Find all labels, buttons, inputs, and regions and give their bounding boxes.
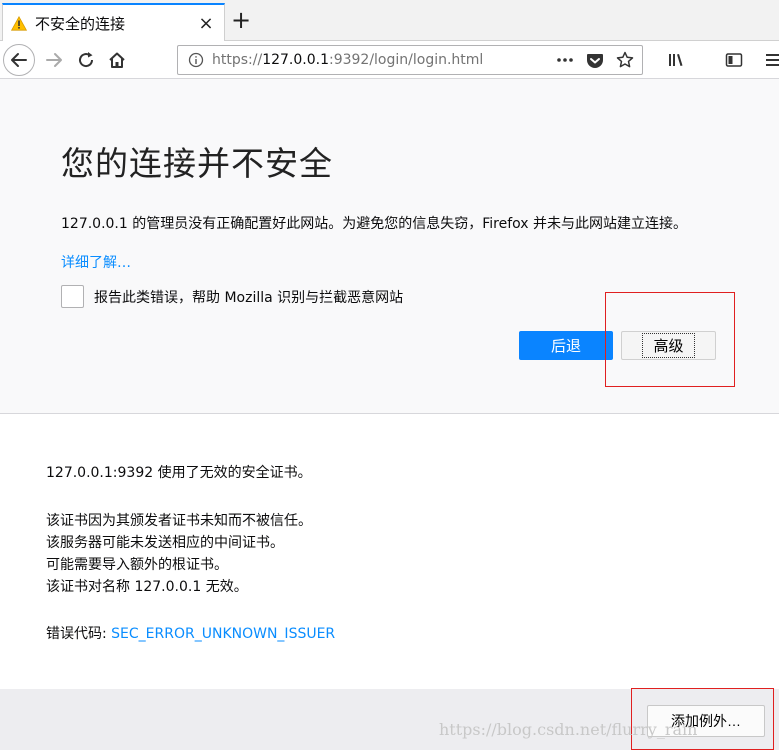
learn-more-link[interactable]: 详细了解… <box>61 252 131 272</box>
tab-active[interactable]: 不安全的连接 × <box>2 3 225 41</box>
watermark: https://blog.csdn.net/flurry_rain <box>439 720 698 739</box>
error-code-label: 错误代码: <box>46 626 107 642</box>
back-arrow-icon[interactable] <box>3 44 35 76</box>
tab-strip: 不安全的连接 × + <box>0 0 779 41</box>
pocket-icon[interactable] <box>584 49 606 71</box>
error-page: 您的连接并不安全 127.0.0.1 的管理员没有正确配置好此网站。为避免您的信… <box>0 79 779 750</box>
advanced-line-1: 127.0.0.1:9392 使用了无效的安全证书。 <box>46 465 312 481</box>
close-icon[interactable]: × <box>194 11 218 35</box>
warning-icon <box>9 13 29 33</box>
sidebar-icon[interactable] <box>722 48 746 72</box>
url-rest: :9392/login/login.html <box>328 52 484 68</box>
url-prefix: https:// <box>212 52 263 68</box>
report-checkbox[interactable] <box>61 285 84 308</box>
intro-text: 127.0.0.1 的管理员没有正确配置好此网站。为避免您的信息失窃，Firef… <box>61 216 688 232</box>
home-icon[interactable] <box>101 44 133 76</box>
navigation-toolbar: https://127.0.0.1:9392/login/login.html <box>0 41 779 79</box>
highlight-box <box>605 292 735 387</box>
report-row: 报告此类错误，帮助 Mozilla 识别与拦截恶意网站 <box>61 285 403 308</box>
highlight-box <box>631 688 774 750</box>
error-code-link[interactable]: SEC_ERROR_UNKNOWN_ISSUER <box>111 626 335 642</box>
report-label: 报告此类错误，帮助 Mozilla 识别与拦截恶意网站 <box>94 289 404 306</box>
advanced-line-3: 该服务器可能未发送相应的中间证书。 <box>46 535 284 551</box>
tab-title: 不安全的连接 <box>35 14 126 33</box>
error-code-row: 错误代码: SEC_ERROR_UNKNOWN_ISSUER <box>46 623 335 643</box>
more-icon[interactable] <box>554 49 576 71</box>
menu-icon[interactable] <box>761 48 779 72</box>
plus-icon[interactable]: + <box>229 8 253 34</box>
url-host: 127.0.0.1 <box>262 52 329 68</box>
library-icon[interactable] <box>664 48 688 72</box>
url-text[interactable]: https://127.0.0.1:9392/login/login.html <box>212 52 554 68</box>
page-title: 您的连接并不安全 <box>61 144 333 183</box>
advanced-line-2: 该证书因为其颁发者证书未知而不被信任。 <box>46 513 312 529</box>
forward-arrow-icon[interactable] <box>38 44 70 76</box>
star-icon[interactable] <box>614 49 636 71</box>
advanced-line-4: 可能需要导入额外的根证书。 <box>46 557 228 573</box>
reload-icon[interactable] <box>70 44 102 76</box>
go-back-button[interactable]: 后退 <box>519 331 613 360</box>
advanced-line-5: 该证书对名称 127.0.0.1 无效。 <box>46 579 248 595</box>
url-bar[interactable]: https://127.0.0.1:9392/login/login.html <box>177 45 643 75</box>
info-icon[interactable] <box>184 48 208 72</box>
